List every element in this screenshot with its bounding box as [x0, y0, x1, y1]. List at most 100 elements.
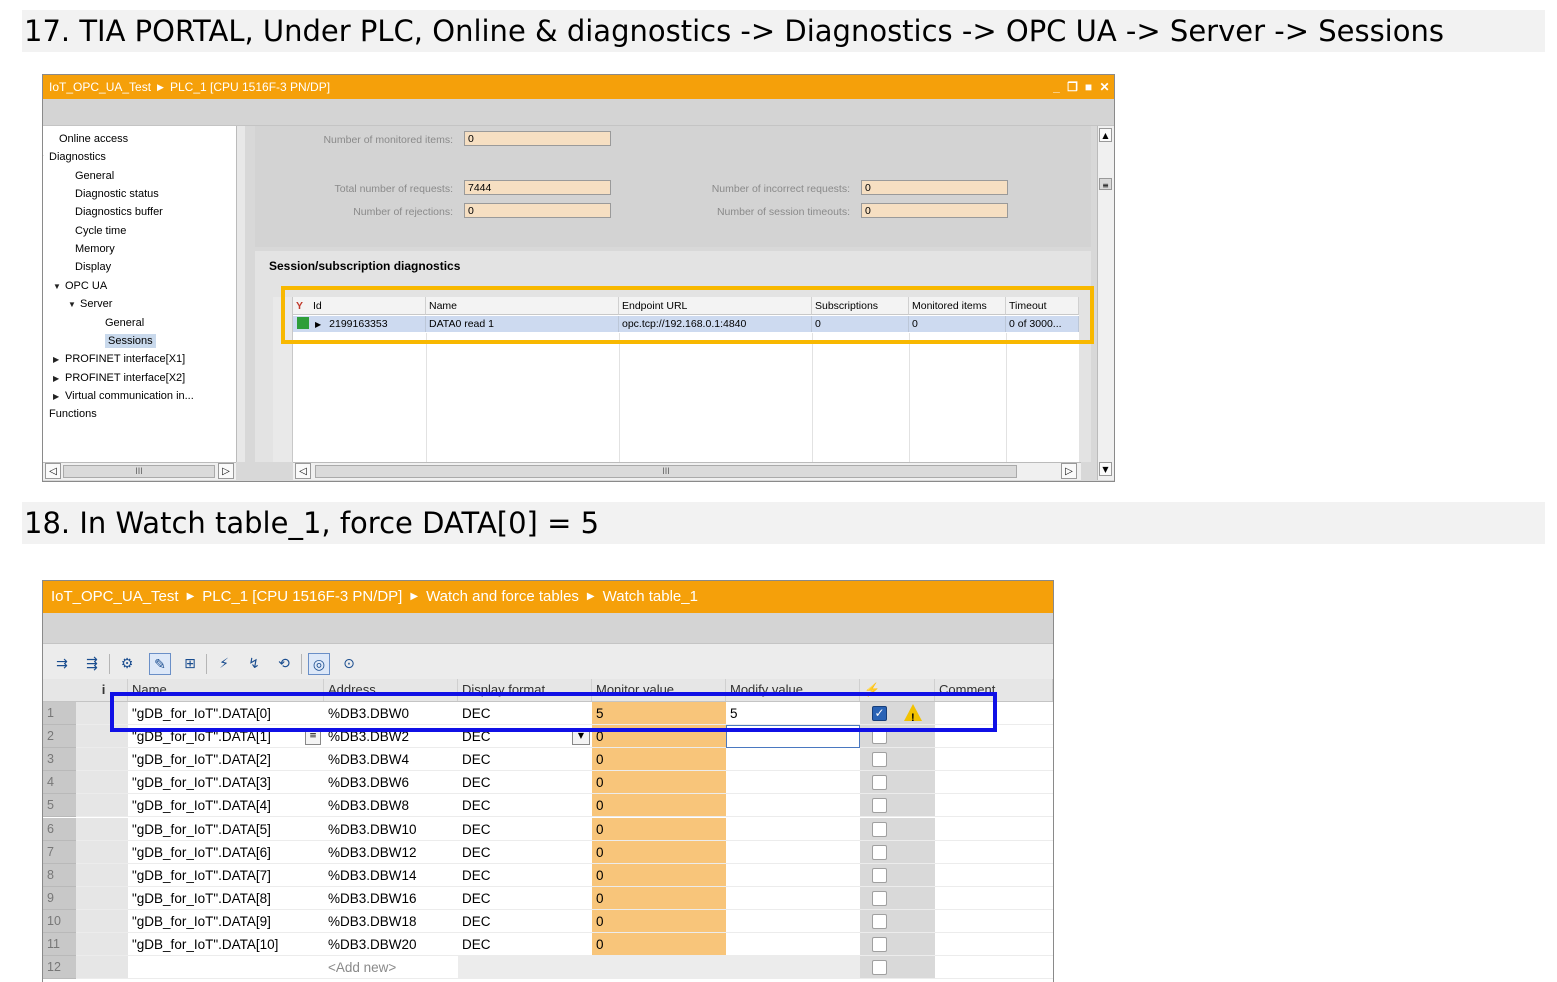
row-number[interactable]: 9: [43, 886, 76, 910]
modify-checkbox[interactable]: [872, 867, 887, 883]
address-cell[interactable]: %DB3.DBW18: [324, 910, 458, 933]
nav-item[interactable]: ▼Diagnostics: [43, 148, 106, 167]
format-cell[interactable]: DEC: [458, 748, 592, 772]
breadcrumb-plc[interactable]: PLC_1 [CPU 1516F-3 PN/DP]: [202, 588, 402, 605]
watch-table-row[interactable]: 6 "gDB_for_IoT".DATA[5] %DB3.DBW10 DEC 0: [43, 817, 1053, 841]
modify-value-cell[interactable]: [726, 794, 860, 818]
modify-value-cell[interactable]: [726, 933, 860, 956]
row-number[interactable]: 5: [43, 794, 76, 818]
comment-cell[interactable]: [935, 794, 1053, 818]
modify-value-icon[interactable]: ⚡: [213, 653, 235, 675]
restore-icon[interactable]: ❐: [1067, 81, 1078, 93]
add-row-icon[interactable]: ⇶: [81, 653, 103, 675]
watch-table-row[interactable]: 4 "gDB_for_IoT".DATA[3] %DB3.DBW6 DEC 0: [43, 771, 1053, 795]
format-cell[interactable]: DEC: [458, 887, 592, 910]
close-icon[interactable]: ✕: [1099, 81, 1110, 93]
monitor-once-icon[interactable]: ◎: [308, 653, 330, 675]
watch-table-row[interactable]: 10 "gDB_for_IoT".DATA[9] %DB3.DBW18 DEC 0: [43, 909, 1053, 933]
nav-item[interactable]: Sessions: [105, 332, 156, 350]
nav-item[interactable]: General: [75, 167, 114, 185]
name-cell[interactable]: "gDB_for_IoT".DATA[8]: [128, 887, 324, 910]
comment-cell[interactable]: [935, 887, 1053, 910]
modify-value-cell[interactable]: [726, 956, 860, 980]
collapsed-arrow-icon[interactable]: ▶: [53, 370, 65, 388]
row-number[interactable]: 8: [43, 863, 76, 887]
nav-item[interactable]: Diagnostic status: [75, 185, 159, 203]
modify-value-cell[interactable]: [726, 841, 860, 864]
nav-item[interactable]: General: [105, 314, 144, 332]
modify-checkbox[interactable]: [872, 937, 887, 952]
name-cell[interactable]: "gDB_for_IoT".DATA[3]: [128, 771, 324, 795]
watch-table-row[interactable]: 11 "gDB_for_IoT".DATA[10] %DB3.DBW20 DEC 0: [43, 933, 1053, 956]
row-number[interactable]: 3: [43, 748, 76, 772]
nav-item[interactable]: ▶ PROFINET interface[X1]: [53, 350, 185, 368]
collapsed-arrow-icon[interactable]: ▶: [53, 351, 65, 369]
scroll-left-icon[interactable]: ◁: [45, 463, 61, 479]
insert-row-icon[interactable]: ⇉: [51, 653, 73, 675]
modify-value-cell[interactable]: [726, 887, 860, 910]
breadcrumb-project[interactable]: IoT_OPC_UA_Test: [49, 80, 151, 94]
address-cell[interactable]: %DB3.DBW10: [324, 818, 458, 841]
nav-item[interactable]: ▶ Virtual communication in...: [53, 387, 194, 405]
maximize-icon[interactable]: ■: [1083, 81, 1094, 93]
breadcrumb-project[interactable]: IoT_OPC_UA_Test: [51, 588, 179, 605]
collapsed-arrow-icon[interactable]: ▶: [43, 406, 49, 424]
nav-horizontal-scrollbar[interactable]: ◁ III ▷: [43, 462, 236, 480]
address-cell[interactable]: %DB3.DBW6: [324, 771, 458, 795]
watch-table-row[interactable]: 7 "gDB_for_IoT".DATA[6] %DB3.DBW12 DEC 0: [43, 840, 1053, 864]
monitor-all-icon[interactable]: ✎: [149, 653, 171, 675]
watch-table-row[interactable]: 8 "gDB_for_IoT".DATA[7] %DB3.DBW14 DEC 0: [43, 863, 1053, 887]
nav-item[interactable]: ▼ OPC UA: [53, 277, 107, 295]
breadcrumb-watch-force-tables[interactable]: Watch and force tables: [426, 588, 579, 605]
watch-table-row[interactable]: 12 <Add new>: [43, 956, 1053, 980]
address-cell[interactable]: %DB3.DBW14: [324, 864, 458, 887]
modify-checkbox[interactable]: [872, 844, 887, 860]
nav-item[interactable]: Display: [75, 258, 111, 276]
scroll-left-icon[interactable]: ◁: [295, 463, 311, 479]
modify-now-icon[interactable]: ⚙: [116, 653, 138, 675]
scroll-up-icon[interactable]: ▲: [1099, 128, 1112, 142]
comment-cell[interactable]: [935, 864, 1053, 887]
address-cell[interactable]: %DB3.DBW12: [324, 841, 458, 864]
address-cell[interactable]: %DB3.DBW4: [324, 748, 458, 772]
format-cell[interactable]: DEC: [458, 794, 592, 818]
comment-cell[interactable]: [935, 910, 1053, 933]
breadcrumb-plc[interactable]: PLC_1 [CPU 1516F-3 PN/DP]: [170, 80, 330, 94]
collapsed-arrow-icon[interactable]: ▶: [53, 388, 65, 406]
row-number[interactable]: 4: [43, 771, 76, 795]
name-cell[interactable]: [128, 956, 324, 980]
format-cell[interactable]: DEC: [458, 841, 592, 864]
expanded-arrow-icon[interactable]: ▼: [43, 149, 49, 167]
scroll-right-icon[interactable]: ▷: [1061, 463, 1077, 479]
row-number[interactable]: 6: [43, 817, 76, 841]
modify-value-cell[interactable]: [726, 910, 860, 933]
expanded-arrow-icon[interactable]: ▼: [53, 278, 65, 296]
nav-item[interactable]: ▶Functions: [43, 405, 97, 424]
address-cell[interactable]: %DB3.DBW8: [324, 794, 458, 818]
nav-item[interactable]: Memory: [75, 240, 115, 258]
modify-checkbox[interactable]: [872, 752, 887, 768]
format-cell[interactable]: DEC: [458, 933, 592, 956]
row-number[interactable]: 2: [43, 725, 76, 749]
minimize-icon[interactable]: _: [1051, 81, 1062, 93]
name-cell[interactable]: "gDB_for_IoT".DATA[4]: [128, 794, 324, 818]
comment-cell[interactable]: [935, 748, 1053, 772]
format-cell[interactable]: DEC: [458, 818, 592, 841]
modify-checkbox[interactable]: [872, 775, 887, 791]
main-vertical-scrollbar[interactable]: ▲ ≡ ▼: [1097, 126, 1114, 480]
modify-value-cell[interactable]: [726, 771, 860, 795]
name-cell[interactable]: "gDB_for_IoT".DATA[2]: [128, 748, 324, 772]
modify-trigger-icon[interactable]: ↯: [243, 653, 265, 675]
monitor-trigger-icon[interactable]: ⊙: [338, 653, 360, 675]
nav-item[interactable]: ▶ PROFINET interface[X2]: [53, 369, 185, 387]
modify-checkbox[interactable]: [872, 821, 887, 837]
nav-splitter[interactable]: [236, 126, 245, 462]
format-cell[interactable]: DEC: [458, 771, 592, 795]
watch-table-row[interactable]: 3 "gDB_for_IoT".DATA[2] %DB3.DBW4 DEC 0: [43, 748, 1053, 772]
row-number[interactable]: 1: [43, 702, 76, 725]
scroll-thumb[interactable]: ≡: [1099, 178, 1112, 190]
modify-checkbox[interactable]: [872, 798, 887, 814]
format-cell[interactable]: DEC: [458, 864, 592, 887]
row-number[interactable]: 10: [43, 909, 76, 933]
modify-value-cell[interactable]: [726, 748, 860, 772]
